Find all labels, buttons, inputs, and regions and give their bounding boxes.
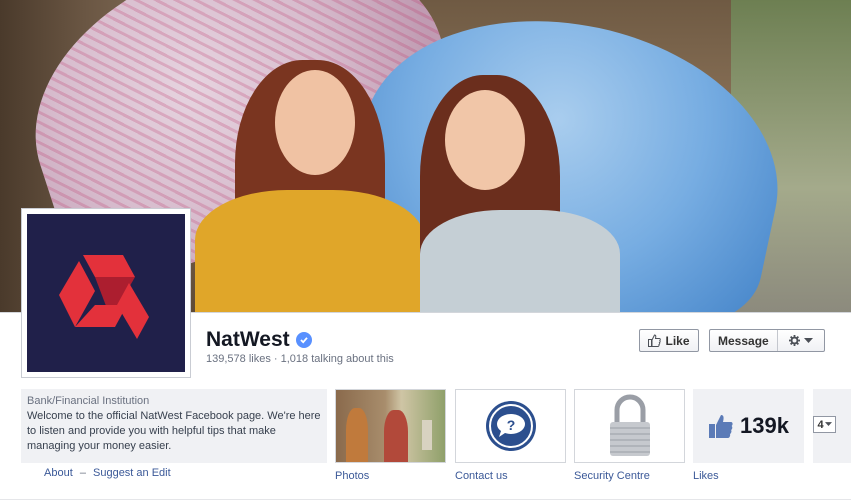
- page-name[interactable]: NatWest: [206, 328, 290, 352]
- message-button-group: Message: [709, 329, 825, 352]
- padlock-icon: [609, 394, 650, 456]
- woman-right-jacket: [420, 210, 620, 313]
- likes-tile[interactable]: 139k: [693, 389, 804, 463]
- photos-tile[interactable]: [335, 389, 446, 463]
- chevron-down-icon: [824, 422, 832, 427]
- gear-icon: [788, 335, 800, 346]
- more-apps-dropdown[interactable]: 4: [813, 416, 836, 433]
- about-link[interactable]: About: [44, 467, 73, 479]
- photo-figure-left: [346, 408, 368, 462]
- page-stats: 139,578 likes · 1,018 talking about this: [206, 353, 394, 365]
- security-centre-tile-label[interactable]: Security Centre: [574, 470, 650, 482]
- chevron-down-icon: [803, 337, 813, 343]
- suggest-edit-link[interactable]: Suggest an Edit: [93, 467, 171, 479]
- security-centre-tile[interactable]: [574, 389, 685, 463]
- page-options-dropdown[interactable]: [778, 335, 824, 346]
- photo-figure-right: [384, 410, 408, 462]
- thumbs-up-icon: [648, 334, 662, 347]
- like-button[interactable]: Like: [639, 329, 699, 352]
- woman-left-face: [275, 70, 355, 175]
- about-dash: –: [79, 467, 86, 479]
- natwest-logo-icon: [27, 214, 185, 372]
- contact-us-tile-label[interactable]: Contact us: [455, 470, 508, 482]
- likes-count-text: 139,578 likes: [206, 353, 271, 365]
- contact-us-tile[interactable]: ?: [455, 389, 566, 463]
- talking-about-text: 1,018 talking about this: [280, 353, 394, 365]
- about-section: Bank/Financial Institution Welcome to th…: [21, 389, 327, 463]
- like-button-label: Like: [665, 333, 690, 348]
- more-apps-count: 4: [817, 418, 824, 431]
- woman-right-face: [445, 90, 525, 190]
- more-apps-area: 4: [813, 389, 851, 463]
- thumbs-up-icon: [709, 415, 733, 438]
- bottom-border: [0, 499, 851, 500]
- woman-left-jacket: [195, 190, 425, 313]
- page-title: NatWest: [206, 328, 312, 352]
- speech-bubble-question-icon: ?: [485, 401, 536, 451]
- likes-tile-label[interactable]: Likes: [693, 470, 719, 482]
- about-links: About – Suggest an Edit: [44, 467, 175, 479]
- photo-figure-bg: [422, 420, 432, 450]
- page-category: Bank/Financial Institution: [27, 395, 150, 407]
- likes-tile-count: 139k: [740, 413, 789, 438]
- photos-tile-label[interactable]: Photos: [335, 470, 369, 482]
- svg-text:?: ?: [506, 417, 515, 433]
- profile-picture[interactable]: [21, 208, 191, 378]
- message-button[interactable]: Message: [710, 330, 778, 351]
- stats-separator: ·: [273, 353, 278, 365]
- page-description: Welcome to the official NatWest Facebook…: [27, 410, 321, 452]
- verified-badge-icon: [295, 332, 312, 348]
